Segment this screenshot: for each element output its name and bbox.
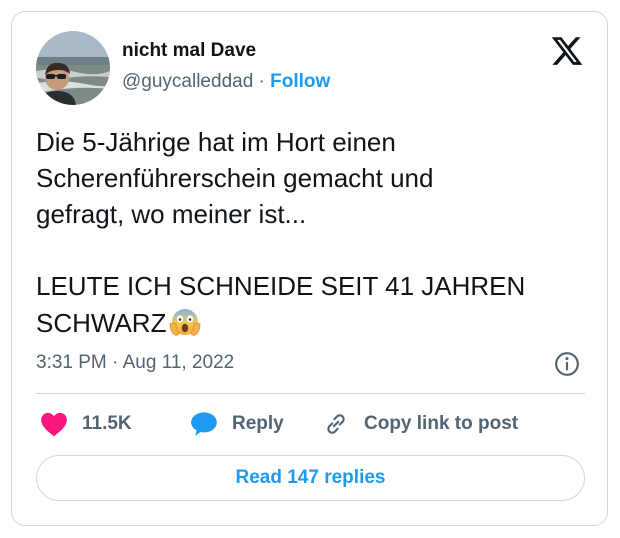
screaming-face-emoji (168, 304, 202, 347)
x-logo-icon[interactable] (550, 34, 584, 68)
like-count: 11.5K (82, 413, 132, 434)
link-icon (327, 414, 345, 434)
author-name[interactable]: nicht mal Dave (122, 40, 256, 62)
like-button[interactable]: 11.5K (40, 410, 132, 438)
reply-button[interactable]: Reply (190, 410, 284, 438)
copy-link-label: Copy link to post (364, 413, 519, 434)
tweet-card: nicht mal Dave @guycalleddad · Follow Di… (11, 11, 608, 526)
reply-bubble-icon (191, 412, 217, 436)
author-handle-row: @guycalleddad · Follow (122, 71, 330, 93)
tweet-timestamp[interactable]: 3:31 PM · Aug 11, 2022 (36, 352, 234, 374)
tweet-body: Die 5-Jährige hat im Hort einen Scherenf… (36, 127, 526, 338)
read-replies-button[interactable]: Read 147 replies (36, 455, 585, 501)
tweet-time: 3:31 PM (36, 352, 107, 373)
reply-label: Reply (232, 413, 284, 434)
handle-separator: · (258, 71, 265, 92)
heart-icon (41, 412, 67, 437)
copy-link-button[interactable]: Copy link to post (322, 410, 518, 438)
author-handle[interactable]: @guycalleddad (122, 71, 253, 92)
tweet-text: Die 5-Jährige hat im Hort einen Scherenf… (36, 124, 586, 347)
read-replies-label: Read 147 replies (235, 467, 386, 488)
avatar-image (36, 31, 110, 105)
info-icon[interactable] (554, 351, 580, 377)
tweet-date: Aug 11, 2022 (122, 352, 235, 373)
timestamp-separator: · (112, 352, 119, 373)
follow-button[interactable]: Follow (270, 71, 330, 92)
divider (36, 393, 585, 394)
avatar[interactable] (36, 31, 110, 105)
